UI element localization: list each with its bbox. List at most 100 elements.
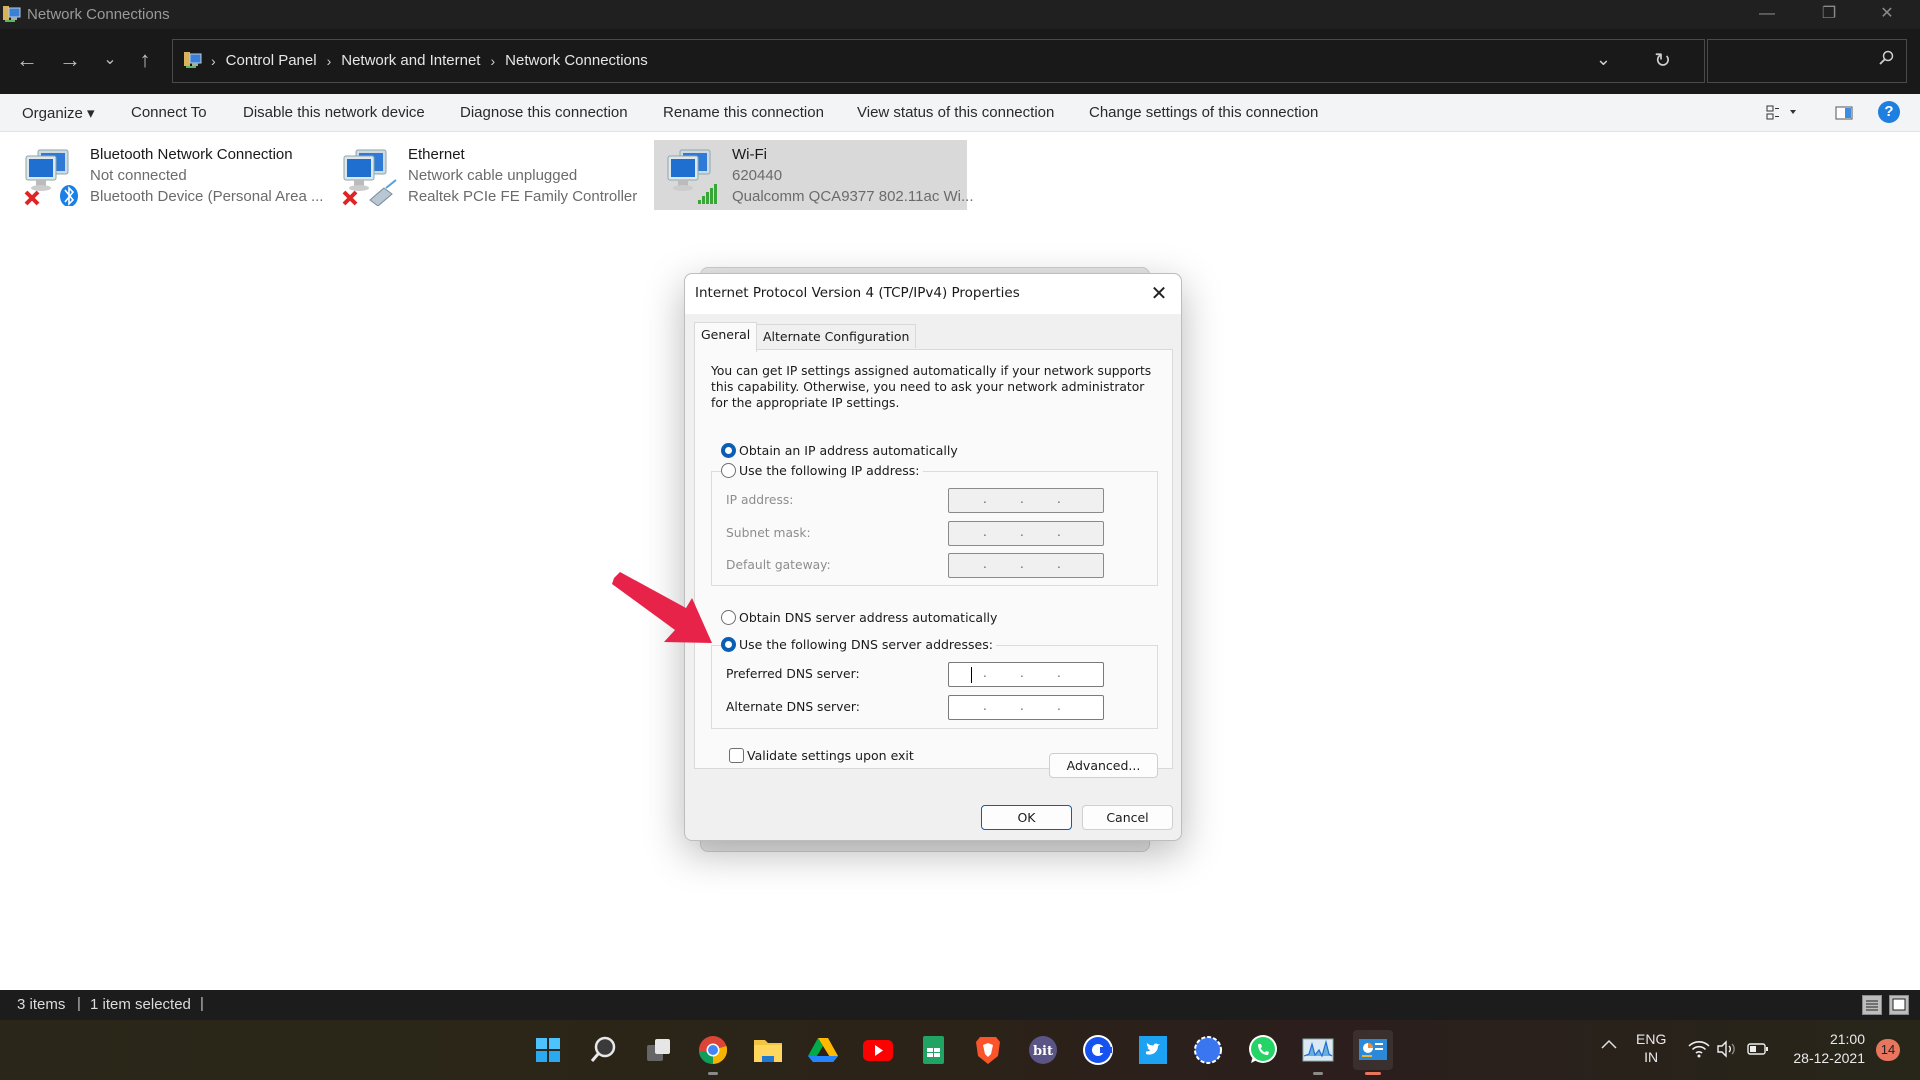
show-hidden-icons-button[interactable] [1600,1036,1618,1059]
connect-to-button[interactable]: Connect To [131,104,207,121]
close-icon: ✕ [1150,281,1168,305]
taskbar-coinbase[interactable] [1078,1030,1118,1070]
preview-pane-icon [1835,106,1853,120]
taskbar-resource-monitor[interactable] [1298,1030,1338,1075]
view-status-button[interactable]: View status of this connection [857,104,1054,121]
connection-item-bluetooth[interactable]: Bluetooth Network Connection Not connect… [12,140,324,210]
wifi-tray-icon[interactable] [1688,1040,1710,1061]
validate-settings-checkbox[interactable]: Validate settings upon exit [729,748,914,763]
notification-badge[interactable]: 14 [1876,1039,1900,1061]
taskbar-google-sheets[interactable] [913,1030,953,1070]
taskbar-bit[interactable]: bit [1023,1030,1063,1070]
details-view-button[interactable] [1862,995,1882,1015]
google-drive-icon [808,1038,838,1062]
status-separator: | [200,995,204,1012]
language-indicator[interactable]: ENG IN [1636,1030,1666,1066]
minimize-button[interactable]: — [1738,0,1796,29]
taskbar-start[interactable] [528,1030,568,1070]
taskbar-file-explorer[interactable] [748,1030,788,1070]
close-window-button[interactable]: ✕ [1858,0,1916,29]
status-bar: 3 items | 1 item selected | [0,990,1920,1020]
taskbar-task-view[interactable] [638,1030,678,1070]
status-separator: | [77,995,81,1012]
taskbar-youtube[interactable] [858,1030,898,1070]
connection-name: Bluetooth Network Connection [90,146,293,163]
youtube-icon [863,1040,893,1061]
ip-address-label: IP address: [726,493,794,507]
back-button[interactable]: ← [12,45,42,75]
obtain-ip-automatically-radio[interactable]: Obtain an IP address automatically [721,443,958,458]
wifi-network-icon [667,149,717,204]
advanced-button[interactable]: Advanced... [1049,753,1158,778]
taskbar-signal[interactable] [1188,1030,1228,1070]
whatsapp-icon [1249,1035,1277,1063]
organize-menu[interactable]: Organize ▾ [22,104,95,122]
active-indicator [1365,1072,1381,1075]
taskbar-google-drive[interactable] [803,1030,843,1070]
taskbar-search[interactable] [583,1030,623,1070]
obtain-dns-automatically-radio[interactable]: Obtain DNS server address automatically [721,610,997,625]
window-title: Network Connections [27,6,170,23]
svg-text:bit: bit [1033,1044,1053,1059]
help-button[interactable]: ? [1878,101,1900,123]
clock[interactable]: 21:00 28-12-2021 [1785,1030,1865,1068]
preview-pane-button[interactable] [1833,102,1855,128]
address-dropdown-icon[interactable]: ⌄ [1596,49,1611,70]
taskbar-whatsapp[interactable] [1243,1030,1283,1070]
connection-item-wifi[interactable]: Wi-Fi 620440 Qualcomm QCA9377 802.11ac W… [654,140,974,210]
connection-device: Bluetooth Device (Personal Area ... [90,188,324,205]
taskbar-control-panel[interactable] [1353,1030,1393,1075]
tab-alternate-configuration[interactable]: Alternate Configuration [756,324,917,348]
volume-tray-icon[interactable] [1716,1040,1738,1061]
ip-address-input: ... [948,488,1104,513]
breadcrumb-network-and-internet[interactable]: Network and Internet [341,52,480,69]
restore-button[interactable]: ❐ [1800,0,1858,29]
up-button[interactable]: ↑ [130,45,160,75]
forward-button[interactable]: → [55,45,85,75]
chevron-down-icon: ⌄ [103,51,117,68]
address-bar[interactable]: › Control Panel › Network and Internet ›… [172,39,1705,83]
item-count: 3 items [17,996,66,1013]
connection-name: Ethernet [408,146,465,163]
use-following-dns-radio[interactable]: Use the following DNS server addresses: [721,637,996,652]
refresh-icon[interactable]: ↻ [1654,48,1671,73]
general-tab-panel: You can get IP settings assigned automat… [694,349,1173,778]
change-view-button[interactable] [1765,102,1801,128]
disable-device-button[interactable]: Disable this network device [243,104,425,121]
large-icons-view-button[interactable] [1889,995,1909,1015]
use-following-ip-radio[interactable]: Use the following IP address: [721,463,923,478]
resource-monitor-icon [1302,1038,1334,1062]
search-icon [590,1036,616,1062]
chrome-icon [699,1036,728,1065]
taskbar-brave[interactable] [968,1030,1008,1070]
checkbox-unchecked-icon [729,748,744,763]
alternate-dns-label: Alternate DNS server: [726,700,860,714]
ok-button[interactable]: OK [981,805,1072,830]
chevron-right-icon: › [326,52,332,69]
tab-general[interactable]: General [694,322,758,352]
diagnose-connection-button[interactable]: Diagnose this connection [460,104,628,121]
taskbar-chrome[interactable] [693,1030,733,1075]
battery-tray-icon[interactable] [1747,1041,1769,1060]
subnet-mask-input: ... [948,521,1104,546]
breadcrumb-control-panel[interactable]: Control Panel [226,52,317,69]
taskbar-twitter[interactable] [1133,1030,1173,1070]
title-bar: Network Connections — ❐ ✕ [0,0,1920,29]
connection-item-ethernet[interactable]: Ethernet Network cable unplugged Realtek… [330,140,637,210]
preferred-dns-input[interactable]: ... [948,662,1104,687]
radio-unselected-icon [721,463,736,478]
control-panel-icon [1359,1039,1387,1060]
cancel-button[interactable]: Cancel [1082,805,1173,830]
help-icon: ? [1878,101,1900,123]
forward-arrow-icon: → [59,47,81,72]
rename-connection-button[interactable]: Rename this connection [663,104,824,121]
search-input[interactable] [1707,39,1907,83]
twitter-icon [1139,1036,1167,1064]
text-cursor [971,667,972,683]
large-icons-view-icon [1892,998,1906,1011]
alternate-dns-input[interactable]: ... [948,695,1104,720]
breadcrumb-network-connections[interactable]: Network Connections [505,52,648,69]
dialog-close-button[interactable]: ✕ [1146,281,1172,307]
recent-locations-button[interactable]: ⌄ [95,45,125,75]
change-settings-button[interactable]: Change settings of this connection [1089,104,1318,121]
